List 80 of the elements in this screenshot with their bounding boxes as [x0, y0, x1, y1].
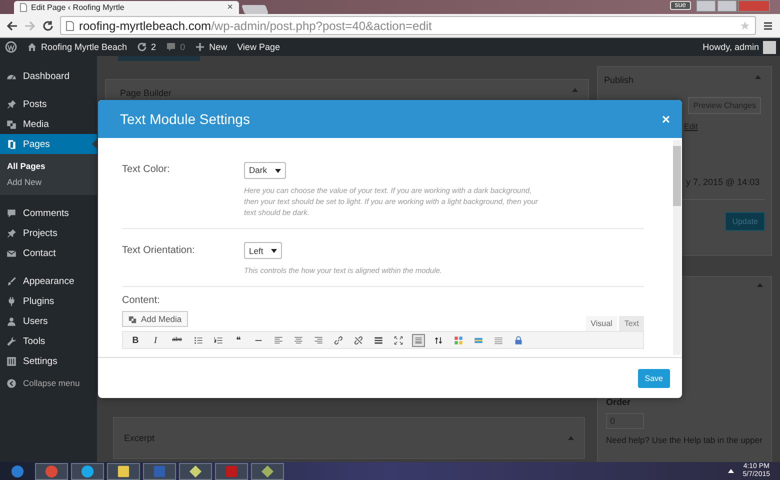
add-media-button[interactable]: Add Media	[122, 311, 188, 327]
link-icon[interactable]	[332, 334, 345, 346]
start-orb-icon	[10, 464, 24, 478]
pages-icon	[6, 138, 17, 150]
tab-title: Edit Page ‹ Roofing Myrtle	[31, 3, 126, 12]
address-field[interactable]: roofing-myrtlebeach.com/wp-admin/post.php?post=40&action=edit	[60, 16, 756, 35]
sidebar-item[interactable]: Pages	[0, 134, 97, 154]
taskbar-button[interactable]	[35, 462, 68, 480]
submenu-item[interactable]: Add New	[0, 174, 97, 190]
sidebar-item[interactable]: Contact	[0, 243, 97, 263]
folder-icon	[117, 464, 130, 478]
unlink-icon[interactable]	[352, 334, 365, 346]
sidebar-item[interactable]: Settings	[0, 351, 97, 371]
new-link[interactable]: New	[195, 42, 228, 52]
field-label: Text Orientation:	[122, 244, 196, 258]
wrench-icon	[6, 336, 17, 346]
media-icon	[6, 118, 17, 130]
tab-close-button[interactable]: ×	[227, 2, 233, 12]
circle-logo-icon[interactable]	[5, 41, 17, 53]
field-label: Text Color:	[122, 163, 171, 177]
content-label: Content:	[122, 295, 161, 306]
back-arrow-icon[interactable]	[6, 20, 18, 32]
dropdown[interactable]: Dark	[244, 162, 286, 178]
envelope-icon	[6, 248, 17, 258]
dialog-title: Text Module Settings	[120, 111, 250, 127]
pushpin-icon	[6, 228, 17, 238]
color-grid-icon[interactable]	[452, 334, 465, 346]
new-tab-button[interactable]	[241, 5, 269, 14]
star-icon[interactable]	[740, 20, 750, 30]
scrollbar[interactable]	[673, 140, 681, 355]
pushpin-icon	[6, 98, 17, 110]
page-icon	[20, 3, 27, 12]
sidebar-item[interactable]: Projects	[0, 223, 97, 243]
toolbar-toggle-icon[interactable]	[412, 334, 425, 346]
account-link[interactable]: Howdy, admin	[702, 42, 759, 52]
diamond-icon	[261, 464, 274, 478]
collapse-menu-button[interactable]: Collapse menu	[0, 373, 97, 393]
dropdown[interactable]: Left	[244, 242, 282, 259]
up-arrow-icon[interactable]	[728, 469, 734, 473]
bold-button[interactable]: B	[129, 334, 142, 346]
taskbar-button[interactable]	[251, 462, 284, 480]
fullscreen-icon[interactable]	[392, 334, 405, 346]
italic-button[interactable]: I	[149, 334, 162, 346]
browser-tab[interactable]: Edit Page ‹ Roofing Myrtle ×	[14, 1, 239, 14]
sliders-icon	[6, 356, 17, 366]
sidebar-item[interactable]: Plugins	[0, 291, 97, 311]
taskbar-button[interactable]	[71, 462, 104, 480]
plug-icon	[6, 296, 17, 306]
pdf-icon	[225, 464, 238, 478]
document-icon	[153, 464, 166, 478]
reload-icon[interactable]	[42, 20, 54, 32]
circle-icon	[81, 464, 94, 478]
refresh-icon	[137, 42, 148, 52]
quote-button[interactable]: ❝	[232, 334, 245, 346]
editor-tab[interactable]: Text	[619, 316, 644, 331]
view-page-link[interactable]: View Page	[237, 42, 280, 52]
page-icon	[66, 20, 74, 30]
taskbar-button[interactable]	[179, 462, 212, 480]
speech-bubble-icon	[6, 208, 17, 218]
site-link[interactable]: Roofing Myrtle Beach	[27, 42, 128, 52]
media-icon	[128, 314, 137, 324]
diamond-icon	[189, 464, 202, 478]
person-icon	[6, 316, 17, 326]
speech-bubble-icon	[166, 42, 176, 52]
editor-tab[interactable]: Visual	[586, 316, 618, 331]
sidebar-item[interactable]: Dashboard	[0, 66, 97, 86]
taskbar-button[interactable]	[107, 462, 140, 480]
plus-icon	[195, 42, 206, 52]
menu-icon[interactable]	[762, 20, 774, 32]
avatar-placeholder	[763, 40, 776, 54]
updates-link[interactable]: 2	[137, 42, 156, 52]
sidebar-item[interactable]: Posts	[0, 94, 97, 114]
paintbrush-icon	[6, 276, 17, 286]
sidebar-item[interactable]: Media	[0, 114, 97, 134]
house-icon	[27, 42, 37, 52]
sidebar-item[interactable]: Comments	[0, 203, 97, 223]
submenu-item[interactable]: All Pages	[0, 158, 97, 174]
sidebar-item[interactable]: Tools	[0, 331, 97, 351]
sidebar-item[interactable]: Users	[0, 311, 97, 331]
sidebar-item[interactable]: Appearance	[0, 271, 97, 291]
